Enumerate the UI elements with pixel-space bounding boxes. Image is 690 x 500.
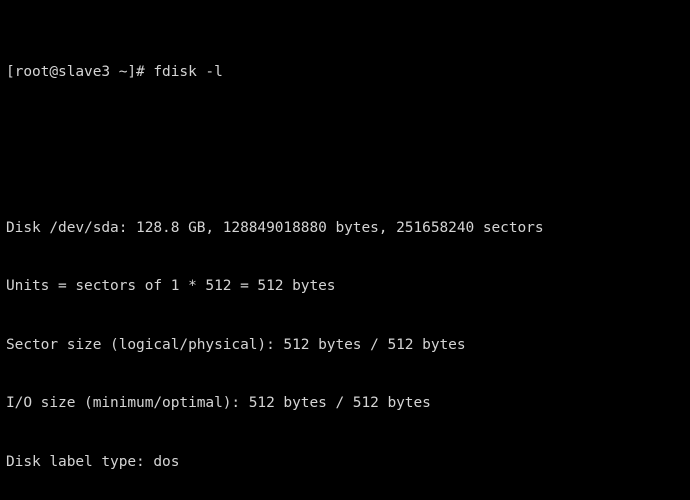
sda-sector-size-line: Sector size (logical/physical): 512 byte… xyxy=(6,336,466,353)
sda-io-size-line: I/O size (minimum/optimal): 512 bytes / … xyxy=(6,395,431,411)
sda-disk-line: Disk /dev/sda: 128.8 GB, 128849018880 by… xyxy=(6,219,544,236)
terminal-screen[interactable]: [root@slave3 ~]# fdisk -l Disk /dev/sda:… xyxy=(0,0,690,500)
command-prompt-line: [root@slave3 ~]# fdisk -l xyxy=(6,63,223,80)
sda-disk-label-line: Disk label type: dos xyxy=(6,453,180,470)
sda-units-line: Units = sectors of 1 * 512 = 512 bytes xyxy=(6,278,336,294)
